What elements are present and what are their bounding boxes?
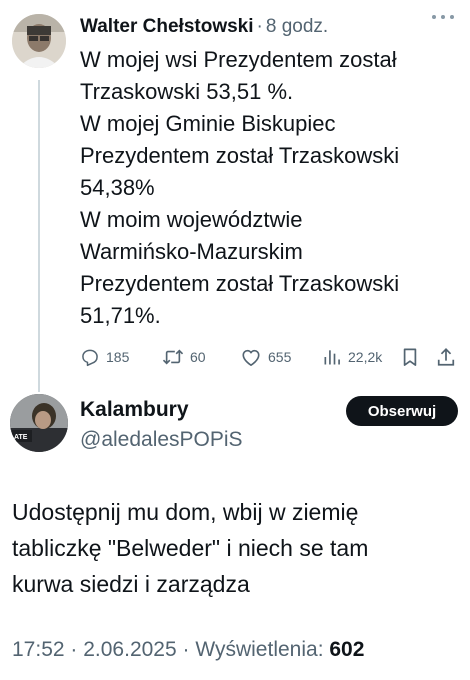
tweet-text-line: Prezydentem został Trzaskowski [80, 271, 400, 296]
repost-button[interactable]: 60 [162, 346, 206, 368]
reply-text-line: kurwa siedzi i zarządza [12, 571, 250, 597]
reply-avatar[interactable]: ATE [10, 394, 68, 452]
views-button[interactable]: 22,2k [322, 346, 382, 368]
reply-author-name[interactable]: Kalambury [80, 398, 189, 422]
action-bar: 185 60 655 22,2k [80, 346, 460, 368]
tweet-time[interactable]: 8 godz. [266, 16, 328, 38]
thread-line [38, 80, 40, 392]
reply-count: 185 [106, 349, 130, 365]
follow-button[interactable]: Obserwuj [346, 396, 458, 426]
reply-author-handle[interactable]: @aledalesPOPiS [80, 428, 243, 452]
views-icon [324, 350, 340, 365]
reply-text: Udostępnij mu dom, wbij w ziemię tablicz… [12, 494, 462, 602]
views-count: 22,2k [348, 349, 383, 365]
post-time[interactable]: 17:52 [12, 638, 65, 661]
share-button[interactable] [436, 346, 456, 368]
svg-text:ATE: ATE [14, 434, 28, 441]
like-count: 655 [268, 349, 292, 365]
reply-text-line: tabliczkę "Belweder" i niech se tam [12, 535, 369, 561]
tweet-meta: 17:52 · 2.06.2025 · Wyświetlenia: 602 [12, 638, 364, 662]
repost-count: 60 [190, 349, 206, 365]
bookmark-icon [403, 348, 417, 366]
tweet-text-line: 54,38% [80, 175, 155, 200]
tweet-text: W mojej wsi Prezydentem został Trzaskows… [80, 44, 458, 332]
meta-separator: · [70, 638, 84, 661]
tweet-text-line: Warmińsko-Mazurskim [80, 239, 303, 264]
avatar[interactable] [12, 14, 66, 68]
post-date[interactable]: 2.06.2025 [83, 638, 176, 661]
reply-avatar-photo: ATE [10, 394, 68, 452]
author-name[interactable]: Walter Chełstowski [80, 16, 254, 38]
tweet-text-line: 51,71%. [80, 303, 161, 328]
more-icon[interactable] [430, 12, 456, 22]
tweet-text-line: Prezydentem został Trzaskowski [80, 143, 400, 168]
share-icon [437, 348, 455, 366]
tweet-text-line: W mojej wsi Prezydentem został [80, 47, 397, 72]
views-label: Wyświetlenia: [195, 638, 324, 661]
bookmark-button[interactable] [401, 346, 419, 368]
tweet-text-line: Trzaskowski 53,51 %. [80, 79, 294, 104]
tweet-text-line: W mojej Gminie Biskupiec [80, 111, 336, 136]
reply-button[interactable]: 185 [80, 346, 129, 368]
like-button[interactable]: 655 [240, 346, 291, 368]
reply-text-line: Udostępnij mu dom, wbij w ziemię [12, 499, 359, 525]
separator: · [256, 16, 263, 37]
views-total: 602 [329, 638, 365, 661]
reply-icon [82, 349, 98, 367]
meta-separator: · [182, 638, 196, 661]
tweet-header: Walter Chełstowski · 8 godz. [80, 12, 458, 42]
parent-tweet[interactable]: Walter Chełstowski · 8 godz. W mojej wsi… [0, 0, 470, 392]
repost-icon [162, 349, 184, 365]
avatar-photo [12, 14, 66, 68]
like-icon [242, 349, 260, 366]
tweet-text-line: W moim województwie [80, 207, 303, 232]
